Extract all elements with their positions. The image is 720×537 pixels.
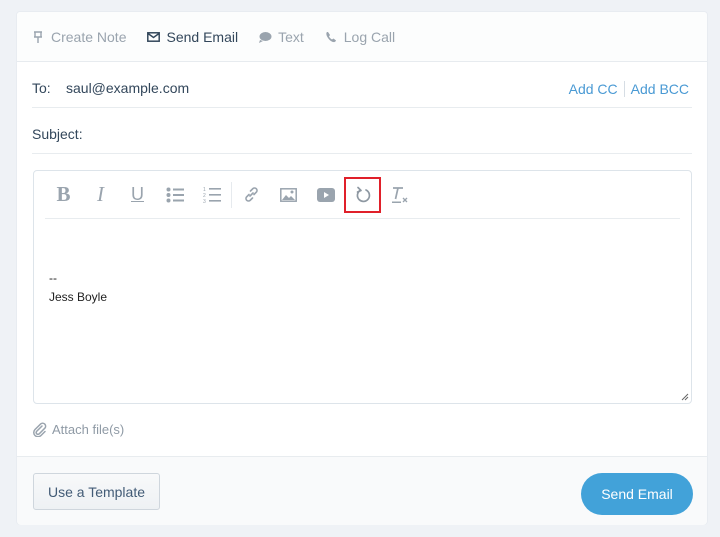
video-button[interactable] (307, 177, 344, 213)
add-bcc-link[interactable]: Add BCC (631, 81, 689, 97)
signature-separator: -- (49, 271, 57, 285)
to-label: To: (32, 80, 51, 96)
envelope-icon (146, 30, 160, 44)
tab-label: Text (278, 28, 304, 45)
attach-files-link[interactable]: Attach file(s) (33, 422, 124, 437)
attach-label: Attach file(s) (52, 422, 125, 437)
image-icon (280, 187, 297, 202)
tab-label: Log Call (343, 28, 396, 45)
pin-icon (31, 30, 45, 44)
underline-icon: U (131, 184, 144, 204)
to-input[interactable]: saul@example.com (66, 80, 189, 96)
svg-text:3: 3 (203, 199, 206, 203)
bulleted-list-icon (166, 187, 184, 202)
underline-button[interactable]: U (119, 177, 156, 213)
clear-formatting-icon (391, 186, 407, 203)
numbered-list-button[interactable]: 123 (193, 177, 230, 213)
bold-icon: B (56, 182, 71, 206)
toolbar-divider (231, 181, 232, 208)
editor-toolbar: B I U 123 (45, 171, 680, 219)
subject-label: Subject: (32, 126, 83, 142)
link-button[interactable] (233, 177, 270, 213)
cc-links: Add CC Add BCC (569, 81, 689, 97)
clear-formatting-button[interactable] (381, 177, 418, 213)
to-row: To: saul@example.com Add CC Add BCC (32, 62, 692, 108)
bulleted-list-button[interactable] (156, 177, 193, 213)
undo-icon (356, 186, 370, 203)
tab-text[interactable]: Text (258, 29, 304, 45)
bold-button[interactable]: B (45, 177, 82, 213)
tab-create-note[interactable]: Create Note (31, 29, 126, 45)
email-body-editor[interactable]: B I U 123 -- Jess Boyle (33, 170, 692, 404)
activity-tabs: Create Note Send Email Text Log Call (17, 12, 707, 62)
undo-button[interactable] (344, 176, 381, 213)
tab-label: Send Email (166, 28, 239, 45)
subject-row[interactable]: Subject: (32, 108, 692, 154)
add-cc-link[interactable]: Add CC (569, 81, 618, 97)
signature-name: Jess Boyle (49, 290, 108, 304)
link-icon (245, 187, 258, 202)
resize-handle-icon[interactable] (681, 393, 689, 401)
numbered-list-icon: 123 (203, 187, 221, 203)
paperclip-icon (33, 422, 47, 437)
email-body-text[interactable]: -- Jess Boyle (49, 269, 107, 307)
phone-icon (324, 30, 338, 44)
use-template-button[interactable]: Use a Template (33, 473, 160, 510)
divider (623, 81, 625, 97)
send-email-button[interactable]: Send Email (581, 473, 693, 515)
tab-send-email[interactable]: Send Email (146, 29, 238, 45)
composer-footer: Use a Template Send Email (17, 456, 707, 525)
italic-icon: I (97, 182, 104, 206)
chat-bubble-icon (258, 30, 272, 44)
video-icon (316, 187, 335, 202)
image-button[interactable] (270, 177, 307, 213)
tab-log-call[interactable]: Log Call (324, 29, 395, 45)
tab-label: Create Note (51, 28, 127, 45)
italic-button[interactable]: I (82, 177, 119, 213)
email-composer-card: Create Note Send Email Text Log Call To:… (16, 11, 708, 525)
